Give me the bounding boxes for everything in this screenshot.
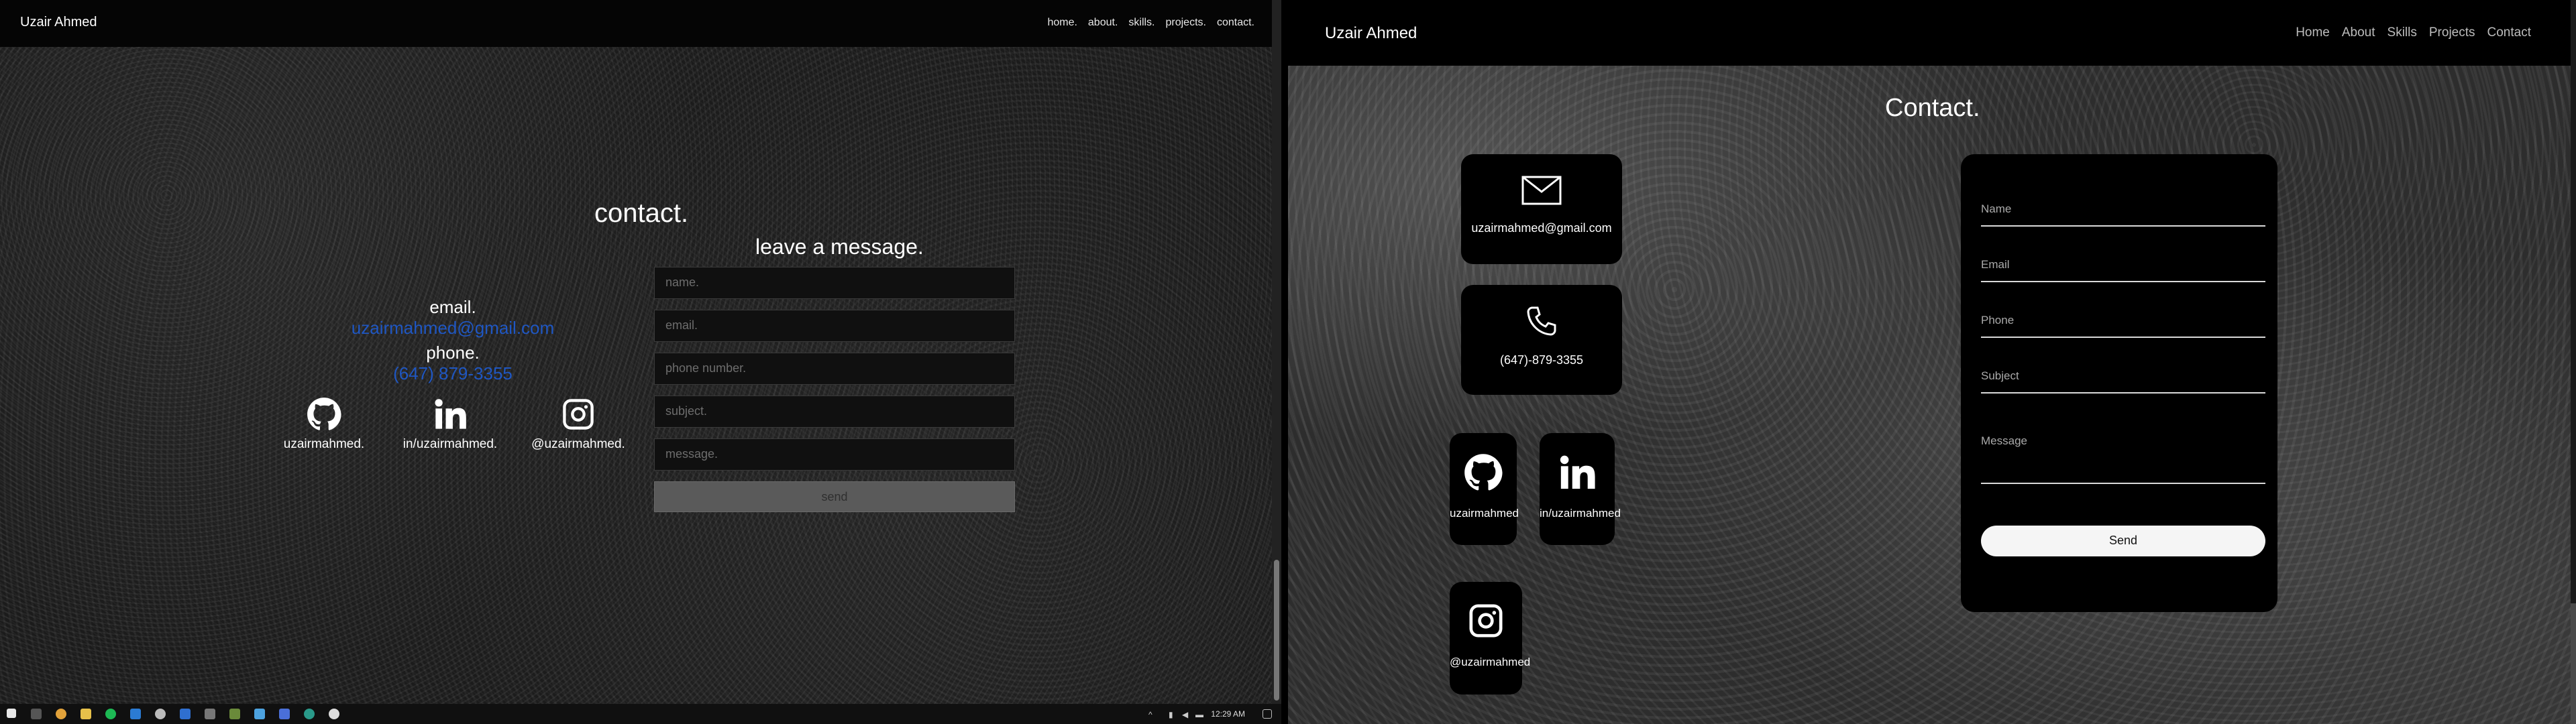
github-handle: uzairmahmed — [1450, 507, 1519, 520]
nav-contact[interactable]: Contact — [2487, 25, 2531, 40]
phone-link[interactable]: (647) 879-3355 — [342, 363, 564, 384]
linkedin-handle: in/uzairmahmed. — [402, 437, 498, 451]
word-icon[interactable] — [180, 709, 191, 719]
page-title: contact. — [594, 198, 689, 228]
scrollbar[interactable] — [2571, 0, 2576, 724]
scrollbar-thumb[interactable] — [1274, 560, 1279, 701]
phone-icon — [1527, 306, 1556, 336]
app-icon[interactable] — [279, 709, 290, 719]
top-navbar: Uzair Ahmed home. about. skills. project… — [0, 0, 1272, 47]
network-icon[interactable]: ▮ — [1169, 710, 1177, 719]
github-icon — [1464, 454, 1503, 491]
volume-icon[interactable]: ◀ — [1182, 710, 1190, 719]
form-title: leave a message. — [755, 235, 924, 259]
email-card[interactable]: uzairmahmed@gmail.com — [1461, 154, 1622, 264]
social-github[interactable]: uzairmahmed — [1450, 433, 1519, 545]
phone-label: phone. — [426, 343, 480, 363]
file-explorer-icon[interactable] — [80, 709, 91, 719]
scrollbar[interactable] — [1272, 0, 1281, 704]
battery-icon[interactable]: ▬ — [1195, 710, 1203, 719]
social-linkedin[interactable]: in/uzairmahmed — [1540, 433, 1621, 545]
nav-skills[interactable]: Skills — [2387, 25, 2417, 40]
chevron-up-icon[interactable]: ^ — [1148, 710, 1157, 719]
email-input[interactable]: Email — [1981, 258, 2265, 282]
app-icon[interactable] — [155, 709, 166, 719]
contact-form: Name Email Phone Subject Message Send — [1961, 154, 2277, 612]
message-input[interactable]: Message — [1981, 434, 2265, 484]
send-button[interactable]: send — [654, 481, 1015, 512]
send-button[interactable]: Send — [1981, 526, 2265, 556]
contact-info: email. uzairmahmed@gmail.com phone. (647… — [342, 297, 564, 388]
spotify-icon[interactable] — [105, 709, 116, 719]
scrollbar-thumb[interactable] — [2571, 603, 2576, 724]
email-input[interactable]: email. — [654, 310, 1015, 342]
app-icon[interactable] — [304, 709, 315, 719]
name-input[interactable]: Name — [1981, 202, 2265, 227]
nav-menu: home. about. skills. projects. contact. — [1047, 17, 1254, 29]
email-label: email. — [429, 297, 476, 317]
nav-projects[interactable]: Projects — [2429, 25, 2475, 40]
nav-projects[interactable]: projects. — [1166, 17, 1206, 29]
nav-about[interactable]: About — [2342, 25, 2375, 40]
linkedin-icon — [1560, 455, 1595, 489]
top-navbar: Uzair Ahmed Home About Skills Projects C… — [1288, 0, 2576, 66]
github-handle: uzairmahmed. — [283, 437, 365, 451]
task-view-icon[interactable] — [31, 709, 42, 719]
envelope-icon — [1521, 176, 1562, 205]
nav-contact[interactable]: contact. — [1217, 17, 1254, 29]
site-brand[interactable]: Uzair Ahmed — [20, 15, 97, 30]
app-icon[interactable] — [205, 709, 215, 719]
instagram-handle: @uzairmahmed. — [531, 437, 625, 451]
social-linkedin[interactable]: in/uzairmahmed. — [396, 397, 504, 452]
social-instagram[interactable]: @uzairmahmed — [1450, 582, 1531, 695]
social-github[interactable]: uzairmahmed. — [270, 397, 378, 452]
subject-input[interactable]: Subject — [1981, 369, 2265, 394]
phone-input[interactable]: Phone — [1981, 314, 2265, 338]
taskbar-clock[interactable]: 12:29 AM — [1211, 709, 1245, 719]
nav-skills[interactable]: skills. — [1128, 17, 1155, 29]
phone-value: (647)-879-3355 — [1499, 353, 1584, 367]
windows-start-icon[interactable] — [7, 709, 16, 718]
linkedin-handle: in/uzairmahmed — [1540, 507, 1621, 520]
nav-home[interactable]: home. — [1047, 17, 1077, 29]
nav-about[interactable]: about. — [1088, 17, 1118, 29]
notification-icon[interactable] — [1263, 709, 1272, 719]
instagram-icon — [1469, 604, 1503, 638]
name-input[interactable]: name. — [654, 267, 1015, 299]
right-browser-panel: Uzair Ahmed Home About Skills Projects C… — [1288, 0, 2576, 724]
chrome-icon[interactable] — [56, 709, 66, 719]
nav-menu: Home About Skills Projects Contact — [2296, 25, 2531, 40]
left-browser-panel: Uzair Ahmed home. about. skills. project… — [0, 0, 1281, 724]
phone-card[interactable]: (647)-879-3355 — [1461, 285, 1622, 395]
email-link[interactable]: uzairmahmed@gmail.com — [342, 318, 564, 339]
subject-input[interactable]: subject. — [654, 396, 1015, 428]
browser-icon[interactable] — [329, 709, 339, 719]
steam-icon[interactable] — [254, 709, 265, 719]
message-input[interactable]: message. — [654, 438, 1015, 471]
windows-taskbar: ^ ▮ ◀ ▬ 12:29 AM — [0, 704, 1281, 724]
linkedin-icon — [435, 399, 466, 429]
github-icon — [307, 398, 341, 430]
site-brand[interactable]: Uzair Ahmed — [1325, 24, 1417, 43]
nav-home[interactable]: Home — [2296, 25, 2330, 40]
phone-input[interactable]: phone number. — [654, 353, 1015, 385]
app-icon[interactable] — [229, 709, 240, 719]
vscode-icon[interactable] — [130, 709, 141, 719]
email-value: uzairmahmed@gmail.com — [1471, 221, 1612, 235]
social-instagram[interactable]: @uzairmahmed. — [525, 397, 632, 452]
instagram-handle: @uzairmahmed — [1450, 656, 1531, 668]
page-title: Contact. — [1885, 94, 1980, 122]
instagram-icon — [563, 399, 594, 430]
